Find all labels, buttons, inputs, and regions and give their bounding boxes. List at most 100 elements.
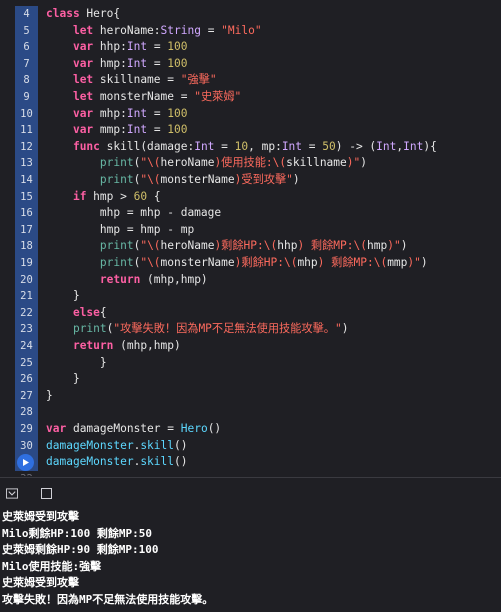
line-number[interactable]: 5 bbox=[15, 22, 38, 40]
code-line[interactable]: 29 var damageMonster = Hero() bbox=[0, 421, 501, 438]
code-token: Int bbox=[126, 106, 148, 120]
code-line[interactable]: 15 if hmp > 60 { bbox=[0, 188, 501, 206]
code-token: } bbox=[46, 289, 80, 303]
line-number[interactable]: 19 bbox=[15, 255, 38, 272]
line-number[interactable]: 29 bbox=[15, 421, 38, 438]
line-number-text: 30 bbox=[20, 439, 33, 452]
line-number[interactable]: 7 bbox=[15, 55, 38, 73]
line-number[interactable]: 18 bbox=[15, 238, 38, 255]
line-number[interactable]: 22 bbox=[15, 304, 38, 322]
code-line[interactable]: 16 mhp = mhp - damage bbox=[0, 205, 501, 222]
code-token: "\( bbox=[140, 256, 161, 269]
code-line[interactable]: 23 print("攻擊失敗！因為MP不足無法使用技能攻擊。") bbox=[0, 321, 501, 338]
line-number[interactable]: 10 bbox=[15, 105, 38, 123]
code-token: )剩餘HP:\( bbox=[214, 239, 278, 253]
code-line[interactable]: 10 var mhp:Int = 100 bbox=[0, 105, 501, 123]
code-token: 50 bbox=[322, 139, 336, 153]
code-line[interactable]: 20 return (mhp,hmp) bbox=[0, 271, 501, 289]
code-text: var hhp:Int = 100 bbox=[46, 39, 188, 56]
line-number[interactable]: 27 bbox=[15, 387, 38, 405]
code-line[interactable]: 7 var hmp:Int = 100 bbox=[0, 55, 501, 73]
line-number[interactable]: 8 bbox=[15, 72, 38, 89]
code-token: 100 bbox=[167, 106, 188, 120]
line-number[interactable]: 13 bbox=[15, 155, 38, 172]
code-token: hmp: bbox=[99, 56, 127, 70]
line-number[interactable]: 14 bbox=[15, 172, 38, 189]
code-text: return (mhp,hmp) bbox=[46, 338, 181, 355]
code-line[interactable]: 19 print("\(monsterName)剩餘HP:\(mhp) 剩餘MP… bbox=[0, 255, 501, 272]
console-line: Milo使用技能:強擊 bbox=[2, 559, 102, 573]
code-line[interactable]: 18 print("\(heroName)剩餘HP:\(hhp) 剩餘MP:\(… bbox=[0, 238, 501, 255]
line-number[interactable]: 11 bbox=[15, 122, 38, 139]
line-number[interactable]: 28 bbox=[15, 404, 38, 421]
line-number-text: 21 bbox=[20, 290, 33, 303]
console-line: 攻擊失敗！因為MP不足無法使用技能攻擊。 bbox=[2, 592, 214, 606]
code-text: var damageMonster = Hero() bbox=[46, 421, 221, 438]
line-number[interactable]: 20 bbox=[15, 271, 38, 289]
code-line[interactable]: 22 else{ bbox=[0, 304, 501, 322]
code-line[interactable]: 6 var hhp:Int = 100 bbox=[0, 39, 501, 56]
code-token: "強擊" bbox=[180, 73, 217, 87]
code-line[interactable]: 8 let skillname = "強擊" bbox=[0, 72, 501, 89]
run-line-marker[interactable] bbox=[17, 453, 34, 471]
code-line[interactable]: 14 print("\(monsterName)受到攻擊") bbox=[0, 172, 501, 189]
line-number[interactable]: 16 bbox=[15, 205, 38, 222]
code-line[interactable]: 11 var mmp:Int = 100 bbox=[0, 122, 501, 139]
code-token: monsterName bbox=[160, 256, 235, 269]
line-number[interactable]: 4 bbox=[15, 6, 38, 23]
line-number[interactable]: 12 bbox=[15, 138, 38, 156]
code-text: print("\(heroName)使用技能:\(skillname)") bbox=[46, 155, 367, 172]
code-token: let bbox=[72, 23, 100, 37]
code-token: = bbox=[200, 23, 222, 37]
code-token: hhp bbox=[277, 239, 298, 253]
console-output[interactable]: 史萊姆受到攻擊 Milo剩餘HP:100 剩餘MP:50 史萊姆剩餘HP:90 剩餘… bbox=[0, 508, 501, 612]
code-token: } bbox=[46, 372, 80, 386]
code-line[interactable]: 4 class Hero{ bbox=[0, 6, 501, 23]
hide-debug-area-button[interactable] bbox=[6, 487, 18, 499]
code-token: monsterName bbox=[160, 173, 235, 186]
code-text: else{ bbox=[46, 305, 107, 322]
code-token: skillname bbox=[286, 156, 347, 170]
code-text: let heroName:String = "Milo" bbox=[46, 23, 262, 40]
code-token: , mp: bbox=[248, 139, 282, 153]
code-token: Int bbox=[194, 139, 215, 153]
code-line[interactable]: 9 let monsterName = "史萊姆" bbox=[0, 89, 501, 106]
code-token: ) bbox=[341, 322, 349, 336]
code-line[interactable]: 13 print("\(heroName)使用技能:\(skillname)") bbox=[0, 155, 501, 172]
line-number[interactable]: 17 bbox=[15, 221, 38, 239]
code-token: monsterName = bbox=[99, 90, 195, 103]
code-line[interactable]: 5 let heroName:String = "Milo" bbox=[0, 22, 501, 40]
code-line[interactable]: 32 bbox=[0, 471, 501, 476]
line-number[interactable]: 25 bbox=[15, 354, 38, 372]
code-line[interactable]: 12 func skill(damage:Int = 10, mp:Int = … bbox=[0, 138, 501, 156]
line-number[interactable]: 21 bbox=[15, 288, 38, 305]
line-number[interactable]: 6 bbox=[15, 39, 38, 56]
line-number[interactable]: 15 bbox=[15, 188, 38, 206]
code-line[interactable]: 28 bbox=[0, 404, 501, 421]
line-number[interactable]: 23 bbox=[15, 321, 38, 338]
code-token: ) 剩餘MP:\( bbox=[317, 256, 388, 269]
code-token: = bbox=[147, 123, 168, 137]
code-token: if bbox=[72, 189, 94, 203]
code-line[interactable]: 26 } bbox=[0, 371, 501, 388]
code-line[interactable]: 27} bbox=[0, 387, 501, 405]
code-token: damageMonster bbox=[46, 438, 134, 452]
code-token: String bbox=[160, 23, 201, 37]
line-number[interactable]: 26 bbox=[15, 371, 38, 388]
line-number[interactable]: 32 bbox=[15, 471, 38, 476]
code-line[interactable]: 24 return (mhp,hmp) bbox=[0, 338, 501, 355]
code-text: mhp = mhp - damage bbox=[46, 205, 221, 222]
line-number[interactable]: 9 bbox=[15, 89, 38, 106]
code-line[interactable]: 31damageMonster.skill() bbox=[0, 453, 501, 471]
line-number[interactable]: 30 bbox=[15, 437, 38, 455]
toggle-console-button[interactable] bbox=[40, 487, 52, 499]
code-line[interactable]: 21 } bbox=[0, 288, 501, 305]
code-line[interactable]: 30 damageMonster.skill() bbox=[0, 437, 501, 455]
code-token: var bbox=[72, 123, 100, 137]
code-line[interactable]: 25 } bbox=[0, 354, 501, 372]
line-number[interactable]: 24 bbox=[15, 338, 38, 355]
code-editor[interactable]: 4 class Hero{5 let heroName:String = "Mil… bbox=[0, 0, 501, 476]
code-line[interactable]: 17 hmp = hmp - mp bbox=[0, 221, 501, 239]
